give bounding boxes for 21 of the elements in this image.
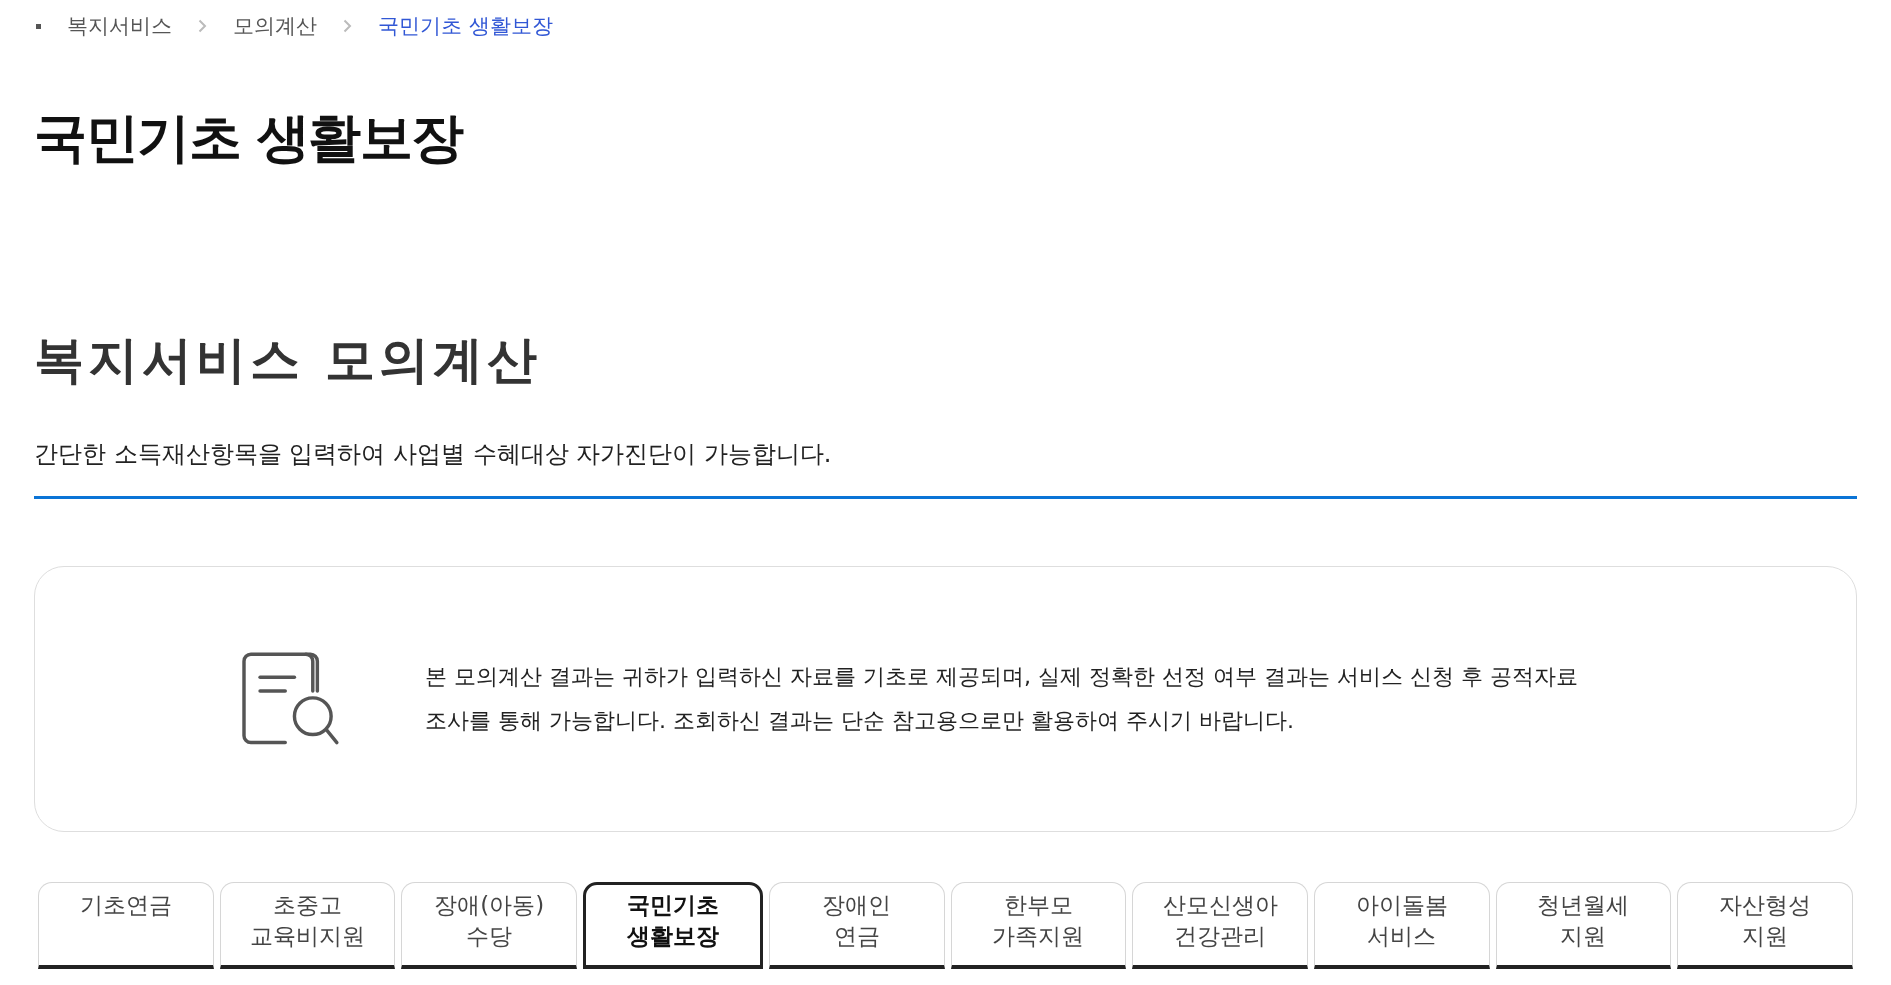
tab[interactable]: 자산형성 지원 — [1677, 882, 1854, 969]
page-title: 국민기초 생활보장 — [34, 106, 465, 170]
tab[interactable]: 초중고 교육비지원 — [219, 882, 396, 969]
tab[interactable]: 산모신생아 건강관리 — [1132, 882, 1308, 969]
tab[interactable]: 기초연금 — [38, 882, 214, 969]
notice-text: 본 모의계산 결과는 귀하가 입력하신 자료를 기초로 제공되며, 실제 정확한 선정 여부 결과는 서비스 신청 후 공적자료 조사를 통해 가능합니다. 조회하신 결과는 단순 참고용으로만 활용하여 주시기 바랍니다. — [425, 663, 1578, 735]
tab[interactable]: 한부모 가족지원 — [950, 882, 1127, 969]
chevron-right-icon — [198, 19, 207, 33]
tab[interactable]: 아이돌봄 서비스 — [1313, 882, 1490, 969]
breadcrumb-link[interactable]: 모의계산 — [233, 12, 317, 40]
tab[interactable]: 장애(아동) 수당 — [401, 882, 578, 969]
chevron-right-icon — [343, 19, 352, 33]
section-description: 간단한 소득재산항목을 입력하여 사업별 수혜대상 자가진단이 가능합니다. — [34, 439, 833, 470]
tab[interactable]: 국민기초 생활보장 — [583, 882, 763, 969]
tab[interactable]: 장애인 연금 — [768, 882, 945, 969]
document-search-icon — [241, 652, 341, 746]
tab[interactable]: 청년월세 지원 — [1495, 882, 1672, 969]
bullet-icon — [36, 23, 41, 29]
breadcrumb-link[interactable]: 국민기초 생활보장 — [378, 12, 553, 40]
breadcrumb-link[interactable]: 복지서비스 — [67, 12, 172, 40]
section-title: 복지서비스 모의계산 — [34, 330, 543, 390]
